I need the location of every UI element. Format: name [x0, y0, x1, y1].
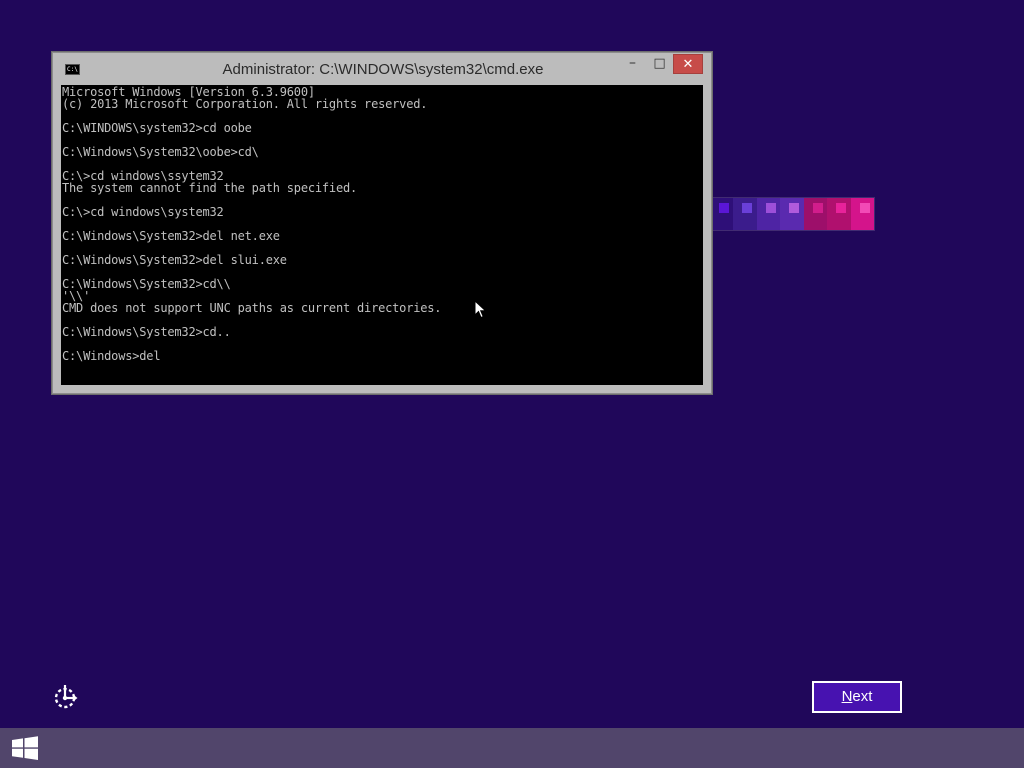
color-tile-dot	[719, 203, 729, 213]
color-tile-dot	[812, 203, 823, 213]
maximize-button[interactable]: □	[646, 54, 673, 74]
console-line: C:\Windows\System32>del slui.exe	[62, 253, 287, 267]
console-line: C:\Windows\System32\oobe>cd\	[62, 145, 259, 159]
color-tile-strip	[710, 198, 874, 230]
console-line: C:\WINDOWS\system32>cd oobe	[62, 121, 252, 135]
next-button-mnemonic: N	[841, 688, 853, 705]
ease-of-access-icon[interactable]	[52, 684, 80, 710]
console-line: C:\>cd windows\system32	[62, 205, 224, 219]
window-title: Administrator: C:\WINDOWS\system32\cmd.e…	[222, 61, 544, 78]
console-line: C:\Windows\System32>del net.exe	[62, 229, 280, 243]
cmd-window[interactable]: C:\ Administrator: C:\WINDOWS\system32\c…	[52, 52, 712, 394]
color-tile	[780, 198, 804, 230]
console-line: C:\Windows\System32>cd\\	[62, 277, 231, 291]
console-line: The system cannot find the path specifie…	[62, 181, 358, 195]
windows-logo-icon[interactable]	[6, 731, 44, 765]
console-line: C:\Windows\System32>cd..	[62, 325, 231, 339]
cmd-titlebar[interactable]: C:\ Administrator: C:\WINDOWS\system32\c…	[53, 53, 711, 85]
console-output[interactable]: Microsoft Windows [Version 6.3.9600] (c) …	[61, 85, 703, 385]
color-tile	[803, 198, 828, 230]
console-line: C:\Windows>del	[62, 349, 161, 363]
color-tile-dot	[859, 203, 870, 213]
color-tile	[850, 198, 874, 230]
console-line: CMD does not support UNC paths as curren…	[62, 301, 442, 315]
color-tile	[756, 198, 781, 230]
next-button[interactable]: Next	[812, 681, 902, 713]
close-button[interactable]: ✕	[673, 54, 703, 74]
minimize-button[interactable]: –	[619, 54, 646, 74]
color-tile-dot	[765, 203, 776, 213]
color-tile	[710, 198, 734, 230]
color-tile-dot	[836, 203, 847, 213]
color-tile-dot	[789, 203, 800, 213]
taskbar	[0, 728, 1024, 768]
color-tile	[733, 198, 757, 230]
setup-background: C:\ Administrator: C:\WINDOWS\system32\c…	[0, 0, 1024, 768]
console-line: (c) 2013 Microsoft Corporation. All righ…	[62, 97, 428, 111]
color-tile	[827, 198, 851, 230]
mouse-pointer-icon	[474, 300, 487, 319]
next-button-label: ext	[852, 688, 873, 705]
console-lines: Microsoft Windows [Version 6.3.9600] (c) …	[62, 86, 442, 363]
color-tile-dot	[742, 203, 753, 213]
